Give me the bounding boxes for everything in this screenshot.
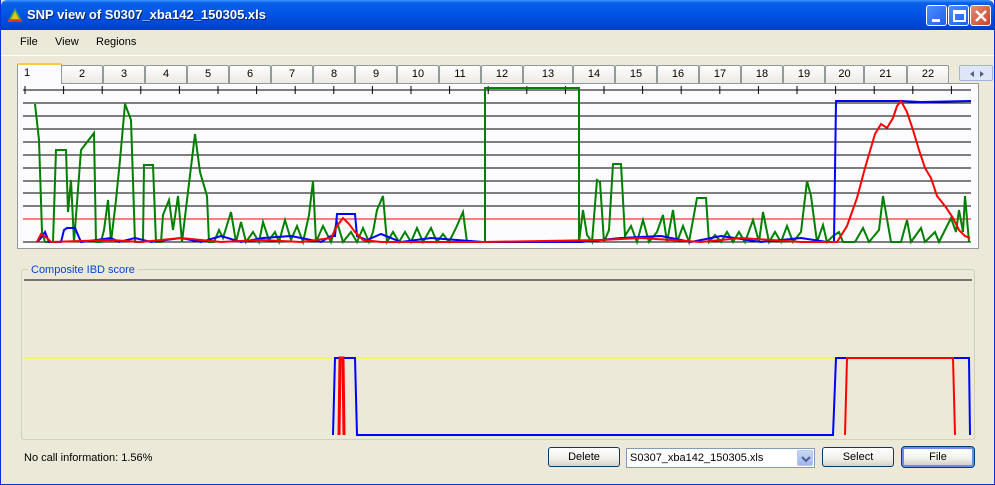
file-select-value: S0307_xba142_150305.xls — [630, 452, 764, 464]
tab-chromosome-21[interactable]: 21 — [864, 65, 907, 83]
menu-file[interactable]: File — [20, 36, 38, 48]
dropdown-arrow[interactable] — [797, 450, 813, 466]
no-call-status: No call information: 1.56% — [24, 452, 153, 464]
tab-chromosome-17[interactable]: 17 — [699, 65, 741, 83]
tab-scroll-buttons[interactable] — [959, 65, 993, 81]
title-bar[interactable]: SNP view of S0307_xba142_150305.xls — [1, 0, 994, 30]
composite-ibd-label: Composite IBD score — [28, 264, 138, 276]
tab-chromosome-9[interactable]: 9 — [355, 65, 397, 83]
tab-chromosome-1[interactable]: 1 — [17, 63, 62, 84]
tab-chromosome-8[interactable]: 8 — [313, 65, 355, 83]
composite-ibd-plot — [24, 279, 972, 436]
tab-chromosome-4[interactable]: 4 — [145, 65, 187, 83]
close-icon — [975, 10, 987, 22]
chromosome-plot-panel — [17, 83, 979, 249]
blue-series-line — [36, 100, 972, 244]
composite-ibd-group — [21, 269, 975, 440]
tab-chromosome-13[interactable]: 13 — [523, 65, 573, 83]
tab-label: 13 — [541, 68, 555, 80]
tab-chromosome-2[interactable]: 2 — [61, 65, 103, 83]
chevron-down-icon — [801, 456, 811, 463]
tab-label: 8 — [330, 68, 338, 80]
tab-label: 7 — [288, 68, 296, 80]
app-window: SNP view of S0307_xba142_150305.xls File… — [0, 0, 995, 485]
tab-chromosome-14[interactable]: 14 — [573, 65, 615, 83]
tab-label: 1 — [24, 67, 31, 79]
chromosome-tabs: 22 21 20 19 18 17 16 15 14 13 12 11 10 9 8 7 6 5 4 3 2 1 — [17, 63, 993, 84]
ibd-blue-line — [332, 357, 971, 436]
tab-chromosome-6[interactable]: 6 — [229, 65, 271, 83]
tab-chromosome-18[interactable]: 18 — [741, 65, 783, 83]
tab-label: 15 — [629, 68, 643, 80]
tab-label: 22 — [921, 68, 935, 80]
tab-chromosome-19[interactable]: 19 — [783, 65, 825, 83]
red-series-line — [36, 99, 971, 244]
tab-chromosome-10[interactable]: 10 — [397, 65, 439, 83]
file-button[interactable]: File — [901, 446, 975, 468]
minimize-icon — [932, 19, 940, 22]
tab-label: 3 — [120, 68, 128, 80]
maximize-button[interactable] — [948, 5, 969, 26]
tab-label: 14 — [587, 68, 601, 80]
app-icon — [8, 8, 22, 22]
tab-label: 4 — [162, 68, 170, 80]
file-select[interactable]: S0307_xba142_150305.xls — [626, 448, 815, 468]
tab-label: 5 — [204, 68, 212, 80]
tab-chromosome-7[interactable]: 7 — [271, 65, 313, 83]
tab-label: 10 — [411, 68, 425, 80]
tab-label: 20 — [838, 68, 851, 80]
menu-bar: File View Regions — [1, 30, 994, 56]
menu-regions[interactable]: Regions — [96, 36, 136, 48]
tab-chromosome-12[interactable]: 12 — [481, 65, 523, 83]
window-title: SNP view of S0307_xba142_150305.xls — [27, 7, 266, 22]
menu-view[interactable]: View — [55, 36, 79, 48]
tab-label: 19 — [797, 68, 811, 80]
tab-chromosome-15[interactable]: 15 — [615, 65, 657, 83]
tab-label: 6 — [246, 68, 254, 80]
tab-label: 17 — [713, 68, 727, 80]
tab-label: 9 — [372, 68, 380, 80]
maximize-icon — [953, 10, 966, 22]
tab-chromosome-11[interactable]: 11 — [439, 65, 481, 83]
tab-label: 21 — [879, 68, 892, 80]
tab-chromosome-5[interactable]: 5 — [187, 65, 229, 83]
tab-label: 16 — [671, 68, 685, 80]
tab-chromosome-22[interactable]: 22 — [907, 65, 949, 83]
minimize-button[interactable] — [926, 5, 947, 26]
tab-chromosome-16[interactable]: 16 — [657, 65, 699, 83]
delete-button[interactable]: Delete — [548, 447, 620, 467]
tab-label: 18 — [755, 68, 769, 80]
tab-label: 12 — [495, 68, 509, 80]
ibd-red-block-right — [844, 357, 956, 436]
tab-scroll-arrows-icon — [970, 71, 984, 77]
select-button[interactable]: Select — [822, 447, 894, 467]
tab-label: 11 — [454, 68, 466, 80]
tab-chromosome-3[interactable]: 3 — [103, 65, 145, 83]
tab-label: 2 — [78, 68, 86, 80]
tab-chromosome-20[interactable]: 20 — [825, 65, 864, 83]
snp-chromosome-plot — [23, 86, 972, 246]
close-button[interactable] — [970, 5, 991, 26]
ibd-red-block-left — [337, 356, 346, 436]
